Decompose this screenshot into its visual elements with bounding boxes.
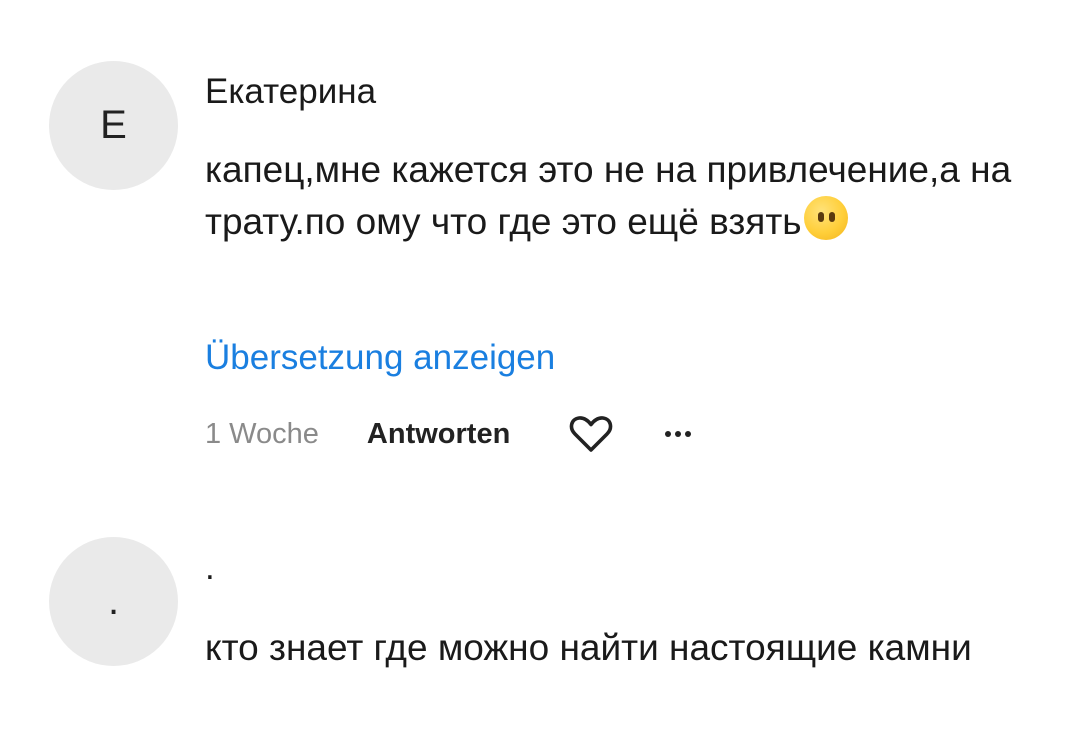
show-translation-link[interactable]: Übersetzung anzeigen xyxy=(205,338,555,378)
more-options-icon[interactable] xyxy=(658,424,698,444)
face-without-mouth-emoji xyxy=(803,196,848,240)
comment-text: капец,мне кажется это не на привлечение,… xyxy=(205,144,1045,248)
avatar[interactable]: Е xyxy=(49,61,178,190)
avatar[interactable]: . xyxy=(49,537,178,666)
comment-timestamp: 1 Woche xyxy=(205,417,319,450)
reply-button[interactable]: Antworten xyxy=(367,418,510,451)
avatar-initial: . xyxy=(107,579,120,623)
comment-author[interactable]: . xyxy=(205,548,215,588)
comment-text: кто знает где можно найти настоящие камн… xyxy=(205,627,972,668)
comment-actions: 1 Woche Antworten xyxy=(205,409,698,459)
avatar-initial: Е xyxy=(100,103,127,147)
comment-author[interactable]: Екатерина xyxy=(205,72,376,112)
heart-outline-icon[interactable] xyxy=(568,413,614,455)
comment-text-body: капец,мне кажется это не на привлечение,… xyxy=(205,149,1012,242)
